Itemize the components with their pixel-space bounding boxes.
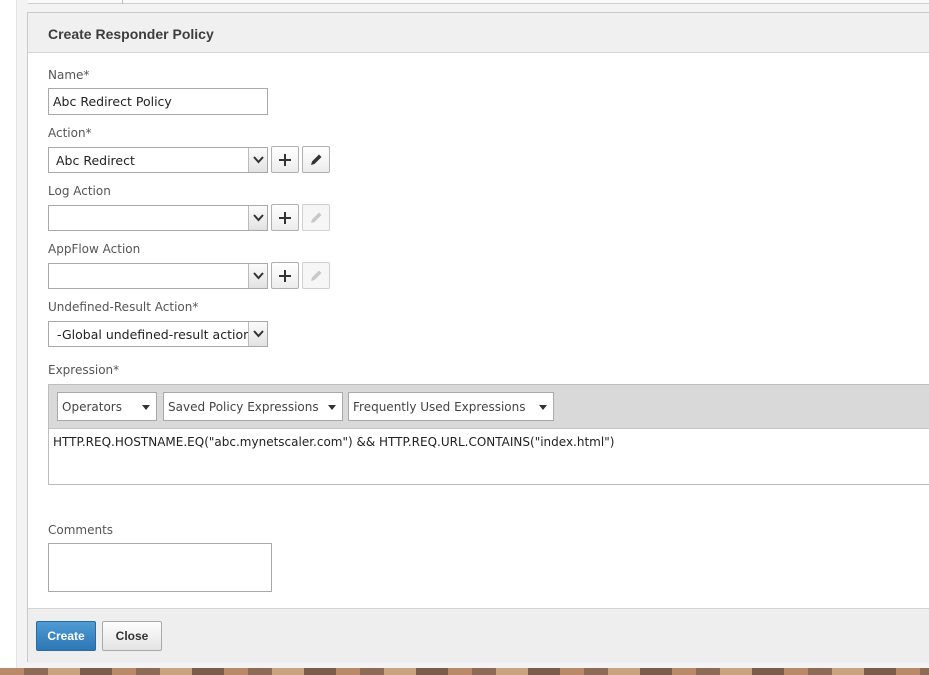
comments-label: Comments [48,523,114,537]
edit-action-button[interactable] [302,146,330,173]
add-log-action-button[interactable] [271,204,299,231]
add-appflow-action-button[interactable] [271,262,299,289]
saved-policy-expressions-label: Saved Policy Expressions [168,400,319,414]
panel-header: Create Responder Policy [28,13,929,53]
operators-dropdown-label: Operators [62,400,122,414]
frequently-used-expressions-label: Frequently Used Expressions [353,400,526,414]
chevron-down-icon[interactable] [248,322,267,346]
action-select-value: Abc Redirect [56,153,135,168]
add-action-button[interactable] [271,146,299,173]
pencil-icon [311,270,322,281]
undefined-result-action-label: Undefined-Result Action* [48,300,199,314]
appflow-action-select[interactable] [48,263,268,289]
caret-down-icon [539,405,547,410]
log-action-select[interactable] [48,205,268,231]
comments-textarea[interactable] [48,543,272,592]
left-edge [0,0,17,675]
plus-icon [279,212,291,224]
close-button[interactable]: Close [102,621,162,651]
edit-appflow-action-button[interactable] [302,262,330,289]
frequently-used-expressions-dropdown[interactable]: Frequently Used Expressions [348,392,554,421]
caret-down-icon [328,405,336,410]
operators-dropdown[interactable]: Operators [57,392,157,421]
panel-footer: Create Close [28,608,929,663]
expression-label: Expression* [48,363,120,377]
plus-icon [279,270,291,282]
pencil-icon [311,154,322,165]
top-strip-tick [122,0,123,4]
plus-icon [279,154,291,166]
log-action-label: Log Action [48,184,111,198]
create-button[interactable]: Create [36,621,96,651]
expression-toolbar: Operators Saved Policy Expressions Frequ… [49,385,929,429]
action-label: Action* [48,126,92,140]
saved-policy-expressions-dropdown[interactable]: Saved Policy Expressions [163,392,343,421]
chevron-down-icon[interactable] [248,148,267,172]
caret-down-icon [142,405,150,410]
expression-editor: Operators Saved Policy Expressions Frequ… [48,384,929,485]
appflow-action-label: AppFlow Action [48,242,141,256]
undefined-result-action-select[interactable]: -Global undefined-result action- [48,321,268,347]
top-strip [28,0,929,4]
name-input[interactable]: Abc Redirect Policy [48,88,268,115]
panel-title: Create Responder Policy [48,26,214,42]
expression-textarea[interactable]: HTTP.REQ.HOSTNAME.EQ("abc.mynetscaler.co… [53,435,614,449]
undefined-result-action-select-value: -Global undefined-result action- [57,327,256,342]
bottom-strip [0,668,929,675]
chevron-down-icon[interactable] [248,206,267,230]
chevron-down-icon[interactable] [248,264,267,288]
name-label: Name* [48,68,90,82]
pencil-icon [311,212,322,223]
edit-log-action-button[interactable] [302,204,330,231]
action-select[interactable]: Abc Redirect [48,147,268,173]
create-responder-policy-panel: Create Responder Policy Name* Abc Redire… [27,12,929,663]
